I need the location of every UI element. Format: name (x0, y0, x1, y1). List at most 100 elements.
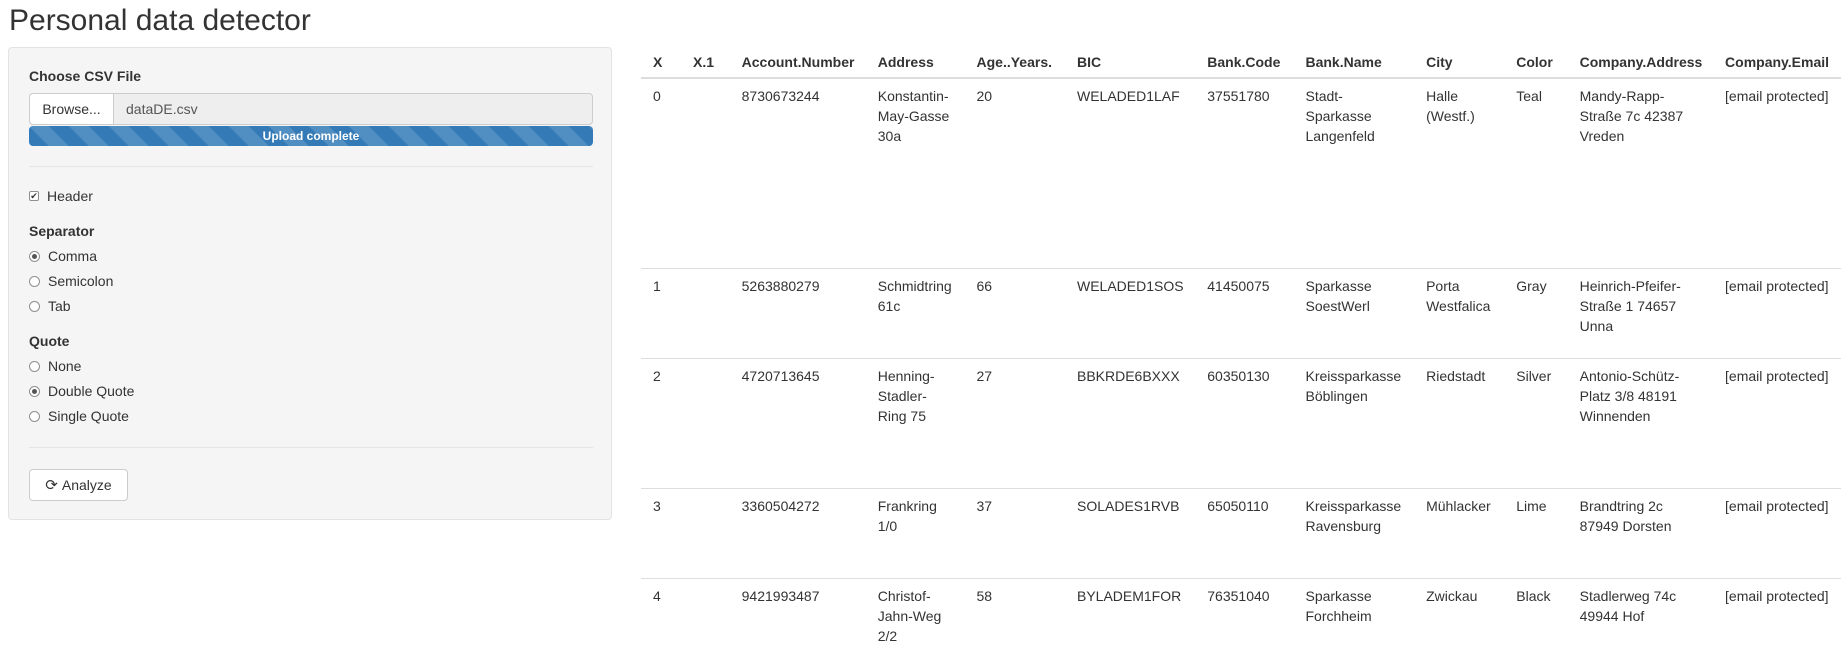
table-cell: 0 (653, 88, 661, 104)
column-header[interactable]: Company.Address (1567, 45, 1714, 79)
column-header[interactable]: City (1414, 45, 1505, 79)
column-header[interactable]: Color (1504, 45, 1568, 79)
table-cell: 1 (641, 267, 681, 358)
divider (29, 166, 593, 167)
quote-option-none[interactable]: None (29, 358, 81, 374)
table-header-row: X X.1 Account.Number Address Age..Years. BIC B… (641, 45, 1841, 79)
table-cell: Brandtring 2c 87949 Dorsten (1567, 487, 1714, 578)
file-input-group: Browse... dataDE.csv (29, 93, 593, 125)
column-header[interactable]: BIC (1064, 45, 1196, 79)
table-cell: 60350130 (1195, 357, 1294, 488)
column-header[interactable]: Bank.Code (1195, 45, 1294, 79)
table-cell: Riedstadt (1414, 357, 1505, 488)
table-cell: 58 (964, 577, 1065, 658)
results-table: X X.1 Account.Number Address Age..Years. BIC B… (641, 45, 1841, 658)
header-checkbox[interactable]: ✔ Header (29, 188, 93, 204)
table-cell: [email protected] (1713, 267, 1841, 358)
radio-selected-icon[interactable] (29, 250, 40, 262)
results-table-container: X X.1 Account.Number Address Age..Years. BIC B… (641, 45, 1841, 658)
table-cell (681, 357, 730, 488)
quote-option-label: Single Quote (48, 408, 129, 424)
column-header[interactable]: X (641, 45, 681, 79)
table-cell: Konstantin-May-Gasse 30a (877, 88, 950, 144)
browse-button[interactable]: Browse... (29, 93, 113, 125)
quote-option-double[interactable]: Double Quote (29, 383, 134, 399)
column-header[interactable]: Age..Years. (964, 45, 1065, 79)
table-row: 2 4720713645 Henning-Stadler-Ring 75 27 BBKR… (641, 357, 1841, 488)
table-cell: Porta Westfalica (1414, 267, 1505, 358)
table-cell: 27 (964, 357, 1065, 488)
table-cell: BBKRDE6BXXX (1064, 357, 1196, 488)
table-cell: Heinrich-Pfeifer-Straße 1 74657 Unna (1567, 267, 1714, 358)
table-cell: Antonio-Schütz-Platz 3/8 48191 Winnenden (1567, 357, 1714, 488)
table-cell: 37 (964, 487, 1065, 578)
radio-unselected-icon[interactable] (29, 360, 40, 372)
table-cell: Kreissparkasse Ravensburg (1293, 487, 1415, 578)
table-cell: 3360504272 (729, 487, 866, 578)
table-cell: Sparkasse Forchheim (1293, 577, 1415, 658)
table-cell: [email protected] (1725, 88, 1829, 104)
separator-option-label: Comma (48, 248, 98, 264)
radio-unselected-icon[interactable] (29, 275, 40, 287)
separator-option-comma[interactable]: Comma (29, 248, 97, 264)
analyze-button-label: Analyze (61, 477, 112, 493)
table-cell: WELADED1LAF (1076, 88, 1180, 104)
radio-unselected-icon[interactable] (29, 410, 40, 422)
header-checkbox-label: Header (47, 188, 93, 204)
table-cell: Lime (1504, 487, 1568, 578)
column-header[interactable]: X.1 (681, 45, 730, 79)
table-cell: Mandy-Rapp-Straße 7c 42387 Vreden (1579, 88, 1684, 144)
column-header[interactable]: Bank.Name (1293, 45, 1415, 79)
table-cell: Halle (Westf.) (1426, 88, 1475, 124)
table-cell (681, 577, 730, 658)
quote-label: Quote (29, 333, 70, 349)
radio-unselected-icon[interactable] (29, 300, 40, 312)
separator-label: Separator (29, 223, 95, 239)
table-cell: 4720713645 (729, 357, 866, 488)
table-cell: 3 (641, 487, 681, 578)
table-row: 3 3360504272 Frankring 1/0 37 SOLADES1RVB 650… (641, 487, 1841, 578)
file-name-field[interactable]: dataDE.csv (113, 93, 593, 125)
table-cell: 8730673244 (741, 88, 820, 104)
table-cell: BYLADEM1FOR (1064, 577, 1196, 658)
table-row: 0 8730673244 Konstantin-May-Gasse 30a 20 WEL… (641, 78, 1841, 268)
separator-option-semicolon[interactable]: Semicolon (29, 273, 113, 289)
table-cell: [email protected] (1713, 487, 1841, 578)
quote-option-label: None (48, 358, 82, 374)
table-cell: SOLADES1RVB (1064, 487, 1196, 578)
table-cell: Frankring 1/0 (865, 487, 965, 578)
table-cell: WELADED1SOS (1064, 267, 1196, 358)
table-cell: 76351040 (1195, 577, 1294, 658)
column-header[interactable]: Address (865, 45, 965, 79)
table-cell: Stadt-Sparkasse Langenfeld (1305, 88, 1375, 144)
radio-selected-icon[interactable] (29, 385, 40, 397)
separator-option-label: Semicolon (48, 273, 114, 289)
separator-option-tab[interactable]: Tab (29, 298, 71, 314)
table-cell: 4 (641, 577, 681, 658)
table-cell: [email protected] (1713, 577, 1841, 658)
column-header[interactable]: Company.Email (1713, 45, 1841, 79)
table-cell: Schmidtring 61c (865, 267, 965, 358)
table-cell: Silver (1504, 357, 1568, 488)
table-cell: 41450075 (1195, 267, 1294, 358)
analyze-button[interactable]: ⟳ Analyze (29, 469, 128, 501)
table-body: 0 8730673244 Konstantin-May-Gasse 30a 20 WEL… (641, 78, 1841, 658)
table-cell: Gray (1504, 267, 1568, 358)
table-cell (681, 487, 730, 578)
table-row: 1 5263880279 Schmidtring 61c 66 WELADED1SOS 4… (641, 267, 1841, 358)
table-cell (681, 267, 730, 358)
table-cell (681, 78, 730, 268)
checkbox-checked-icon[interactable]: ✔ (29, 191, 39, 201)
quote-option-single[interactable]: Single Quote (29, 408, 129, 424)
column-header[interactable]: Account.Number (729, 45, 866, 79)
table-cell: Christof-Jahn-Weg 2/2 (865, 577, 965, 658)
table-cell: [email protected] (1713, 357, 1841, 488)
table-cell: 9421993487 (729, 577, 866, 658)
table-cell: Teal (1516, 88, 1542, 104)
table-cell: Stadlerweg 74c 49944 Hof (1567, 577, 1714, 658)
separator-option-label: Tab (48, 298, 71, 314)
table-cell: 66 (964, 267, 1065, 358)
table-cell: 20 (976, 88, 993, 104)
page-title: Personal data detector (9, 4, 311, 37)
table-cell: 65050110 (1195, 487, 1294, 578)
